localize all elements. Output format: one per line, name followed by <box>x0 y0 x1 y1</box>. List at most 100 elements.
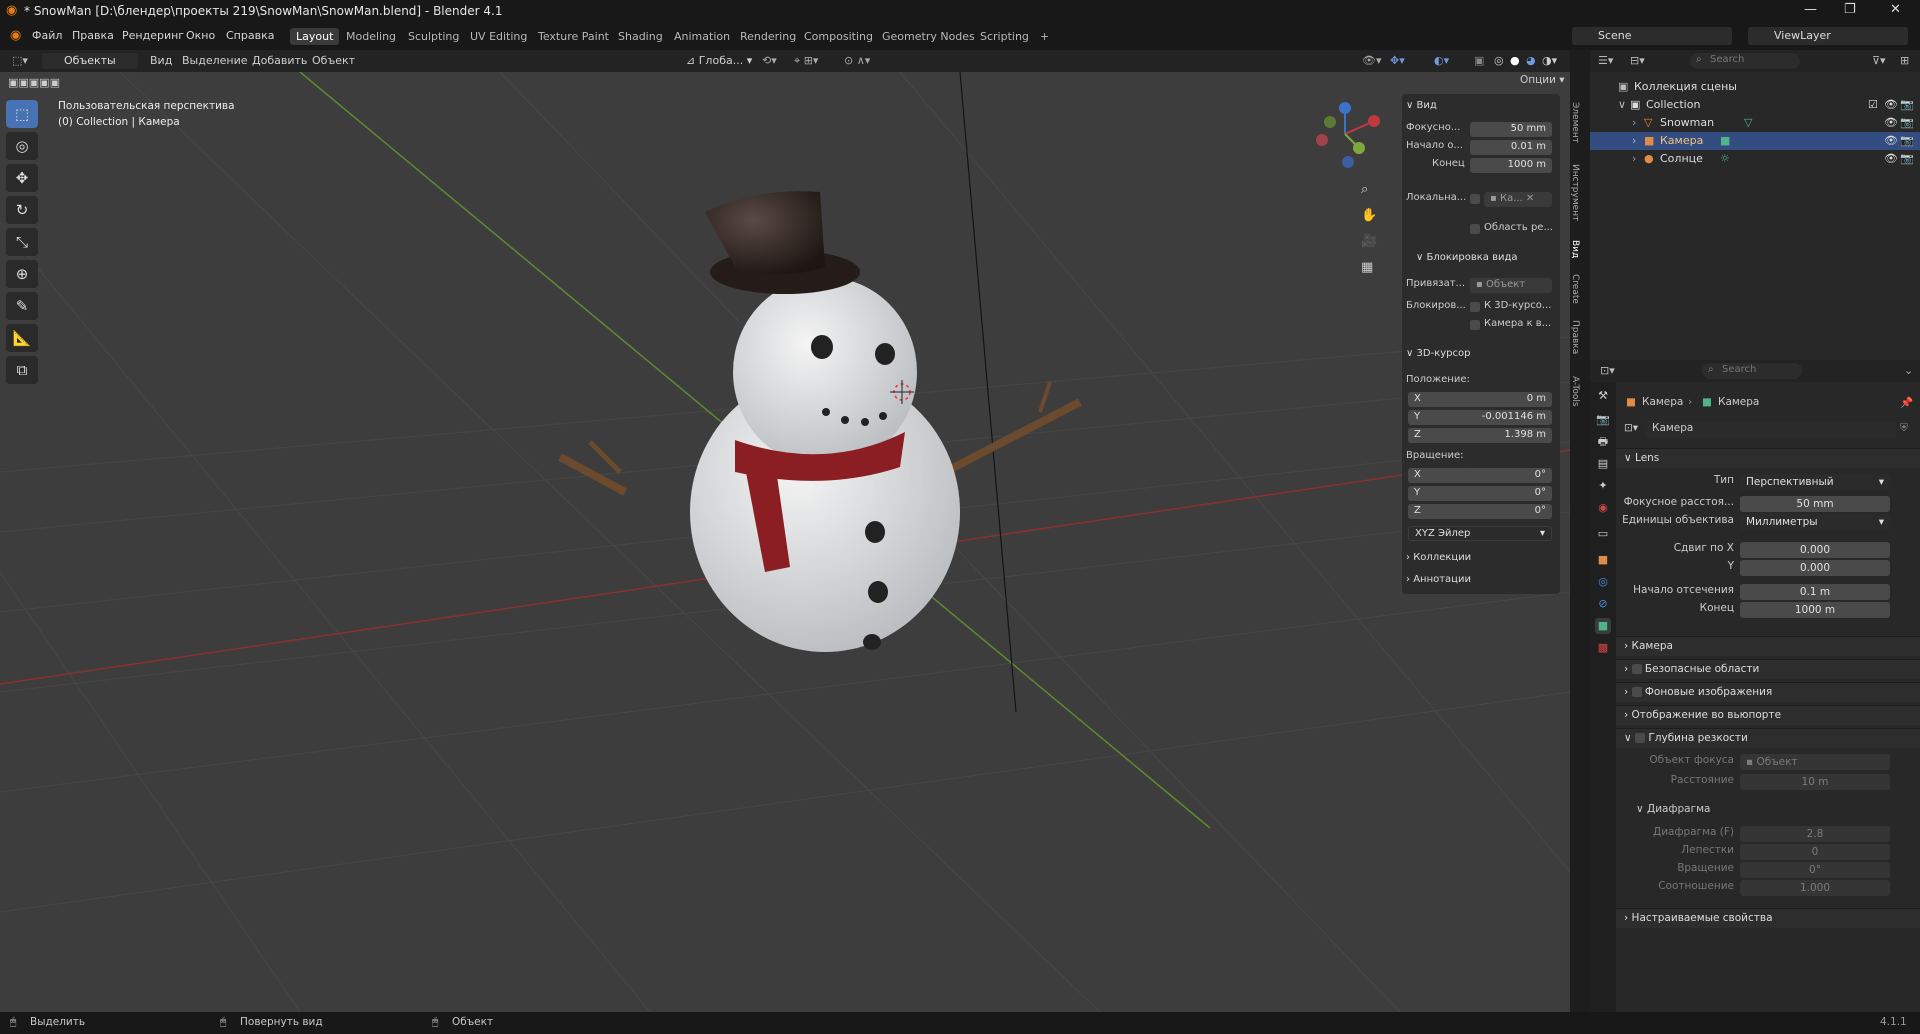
tab-rendering[interactable]: Rendering <box>734 28 802 45</box>
tab-scripting[interactable]: Scripting <box>974 28 1035 45</box>
shading-rendered-icon[interactable]: ◑▾ <box>1542 54 1557 67</box>
shading-wireframe-icon[interactable]: ◎ <box>1494 54 1504 67</box>
proportional-edit-icon[interactable]: ⊙ ∧▾ <box>844 54 870 67</box>
outliner-search[interactable]: ⌕ Search <box>1690 53 1800 69</box>
pin-icon[interactable]: 📌 <box>1900 396 1913 409</box>
camera-section[interactable]: › Камера <box>1616 636 1920 656</box>
collection-row[interactable]: ∨ ▣ Collection ☑ 👁 📷 <box>1590 96 1920 114</box>
new-collection-icon[interactable]: ⊞ <box>1900 54 1909 67</box>
menu-render[interactable]: Рендеринг <box>122 29 184 42</box>
blades-input[interactable]: 0 <box>1740 844 1890 860</box>
navigation-gizmo[interactable] <box>1316 102 1380 168</box>
shift-x-input[interactable]: 0.000 <box>1740 542 1890 558</box>
chevron-down-icon[interactable]: ⌄ <box>1904 364 1913 377</box>
tab-compositing[interactable]: Compositing <box>798 28 879 45</box>
shift-y-input[interactable]: 0.000 <box>1740 560 1890 576</box>
collections-section[interactable]: › Коллекции <box>1406 552 1471 563</box>
render-tab-icon[interactable]: 📷 <box>1595 412 1611 428</box>
local-camera-field[interactable]: ▪ Ка... ✕ <box>1484 192 1552 207</box>
chevron-down-icon[interactable]: ∨ <box>1618 98 1626 111</box>
xray-icon[interactable]: ▣ <box>1474 54 1484 67</box>
fstop-input[interactable]: 2.8 <box>1740 826 1890 842</box>
tab-view[interactable]: Вид <box>1566 240 1580 258</box>
custom-properties-section[interactable]: › Настраиваемые свойства <box>1616 908 1920 928</box>
tab-layout[interactable]: Layout <box>290 28 340 45</box>
menu-window[interactable]: Окно <box>186 29 215 42</box>
zoom-icon[interactable]: ⌕ <box>1361 182 1368 197</box>
menu-file[interactable]: Файл <box>32 29 62 42</box>
menu-help[interactable]: Справка <box>226 29 274 42</box>
cursor-loc-x-field[interactable]: X0 m <box>1408 392 1552 407</box>
eye-icon[interactable]: 👁 <box>1884 98 1898 111</box>
camera-view-icon[interactable]: 🎥 <box>1361 234 1377 249</box>
safe-areas-checkbox[interactable] <box>1631 664 1642 674</box>
annotate-tool-icon[interactable]: ✎ <box>6 292 38 320</box>
texture-tab-icon[interactable]: ▩ <box>1595 640 1611 656</box>
aperture-subheader[interactable]: ∨ Диафрагма <box>1616 800 1920 820</box>
background-images-checkbox[interactable] <box>1631 687 1642 697</box>
clip-end-field[interactable]: 1000 m <box>1470 158 1552 173</box>
collection-tab-icon[interactable]: ▭ <box>1595 526 1611 542</box>
local-camera-checkbox[interactable] <box>1470 194 1480 204</box>
depth-of-field-section[interactable]: ∨ Глубина резкости <box>1616 728 1920 748</box>
shading-solid-icon[interactable]: ● <box>1510 54 1520 67</box>
view-lock-header[interactable]: ∨ Блокировка вида <box>1416 252 1518 263</box>
close-icon[interactable]: ✕ <box>1890 2 1901 17</box>
tab-geometry-nodes[interactable]: Geometry Nodes <box>876 28 981 45</box>
minimize-icon[interactable]: — <box>1804 2 1817 17</box>
3d-viewport[interactable]: Пользовательская перспектива (0) Collect… <box>0 72 1570 1012</box>
tab-item[interactable]: Элемент <box>1566 102 1580 143</box>
filter-icon[interactable]: ⊽▾ <box>1872 54 1886 67</box>
eye-icon[interactable]: 👁 <box>1884 116 1898 129</box>
region-checkbox[interactable] <box>1470 224 1480 234</box>
viewport-display-section[interactable]: › Отображение во вьюпорте <box>1616 705 1920 725</box>
tab-sculpting[interactable]: Sculpting <box>402 28 465 45</box>
cursor-loc-z-field[interactable]: Z 1.398 m <box>1408 428 1552 443</box>
menu-add[interactable]: Добавить <box>252 54 307 67</box>
object-tab-icon[interactable]: ■ <box>1595 552 1611 568</box>
shield-icon[interactable]: ⛨ <box>1900 422 1908 435</box>
focus-distance-input[interactable]: 10 m <box>1740 774 1890 790</box>
cursor-tool-icon[interactable]: ◎ <box>6 132 38 160</box>
focus-object-field[interactable]: ▪ Объект <box>1740 754 1890 770</box>
shading-material-icon[interactable]: ◕ <box>1526 54 1536 67</box>
outliner-item-sun[interactable]: › ● Солнце ☼ 👁 📷 <box>1590 150 1920 168</box>
camera-render-icon[interactable]: 📷 <box>1900 134 1914 147</box>
menu-select[interactable]: Выделение <box>182 54 248 67</box>
world-tab-icon[interactable]: ◉ <box>1595 500 1611 516</box>
add-workspace-button[interactable]: + <box>1034 28 1055 45</box>
pan-hand-icon[interactable]: ✋ <box>1361 208 1377 223</box>
transform-tool-icon[interactable]: ⊕ <box>6 260 38 288</box>
annotations-section[interactable]: › Аннотации <box>1406 574 1471 585</box>
aperture-rotation-input[interactable]: 0° <box>1740 862 1890 878</box>
maximize-icon[interactable]: ❐ <box>1844 2 1856 17</box>
visibility-icon[interactable]: 👁▾ <box>1362 54 1382 67</box>
select-tool-icon[interactable]: ⬚ <box>6 100 38 128</box>
camera-render-icon[interactable]: 📷 <box>1900 152 1914 165</box>
output-tab-icon[interactable]: 🖶 <box>1595 434 1611 450</box>
eye-icon[interactable]: 👁 <box>1884 152 1898 165</box>
measure-tool-icon[interactable]: 📐 <box>6 324 38 352</box>
datablock-browse-icon[interactable]: ⊡▾ <box>1624 422 1638 434</box>
clip-end-input[interactable]: 1000 m <box>1740 602 1890 618</box>
menu-edit[interactable]: Правка <box>72 29 114 42</box>
properties-search[interactable]: ⌕ Search <box>1702 363 1802 379</box>
chevron-right-icon[interactable]: › <box>1632 134 1636 147</box>
tab-tool[interactable]: Инструмент <box>1566 164 1580 221</box>
lens-type-dropdown[interactable]: Перспективный ▾ <box>1740 474 1890 490</box>
lock-to-object-field[interactable]: ▪ Объект <box>1470 278 1552 293</box>
view-layer-tab-icon[interactable]: ▤ <box>1595 456 1611 472</box>
focal-length-input[interactable]: 50 mm <box>1740 496 1890 512</box>
camera-to-view-checkbox[interactable] <box>1470 320 1480 330</box>
properties-editor-icon[interactable]: ⊡▾ <box>1600 364 1615 377</box>
aperture-ratio-input[interactable]: 1.000 <box>1740 880 1890 896</box>
transform-orientation-dropdown[interactable]: ⊿ Глоба... ▾ <box>686 54 752 67</box>
lock-cursor-checkbox[interactable] <box>1470 302 1480 312</box>
tab-create[interactable]: Create <box>1566 274 1580 304</box>
camera-render-icon[interactable]: 📷 <box>1900 116 1914 129</box>
checkbox-icon[interactable]: ☑ <box>1868 98 1878 111</box>
scene-collection-row[interactable]: ▣ Коллекция сцены <box>1590 78 1920 96</box>
menu-object[interactable]: Объект <box>312 54 355 67</box>
tab-uv-editing[interactable]: UV Editing <box>464 28 533 45</box>
view-section-header[interactable]: ∨ Вид <box>1406 100 1437 111</box>
